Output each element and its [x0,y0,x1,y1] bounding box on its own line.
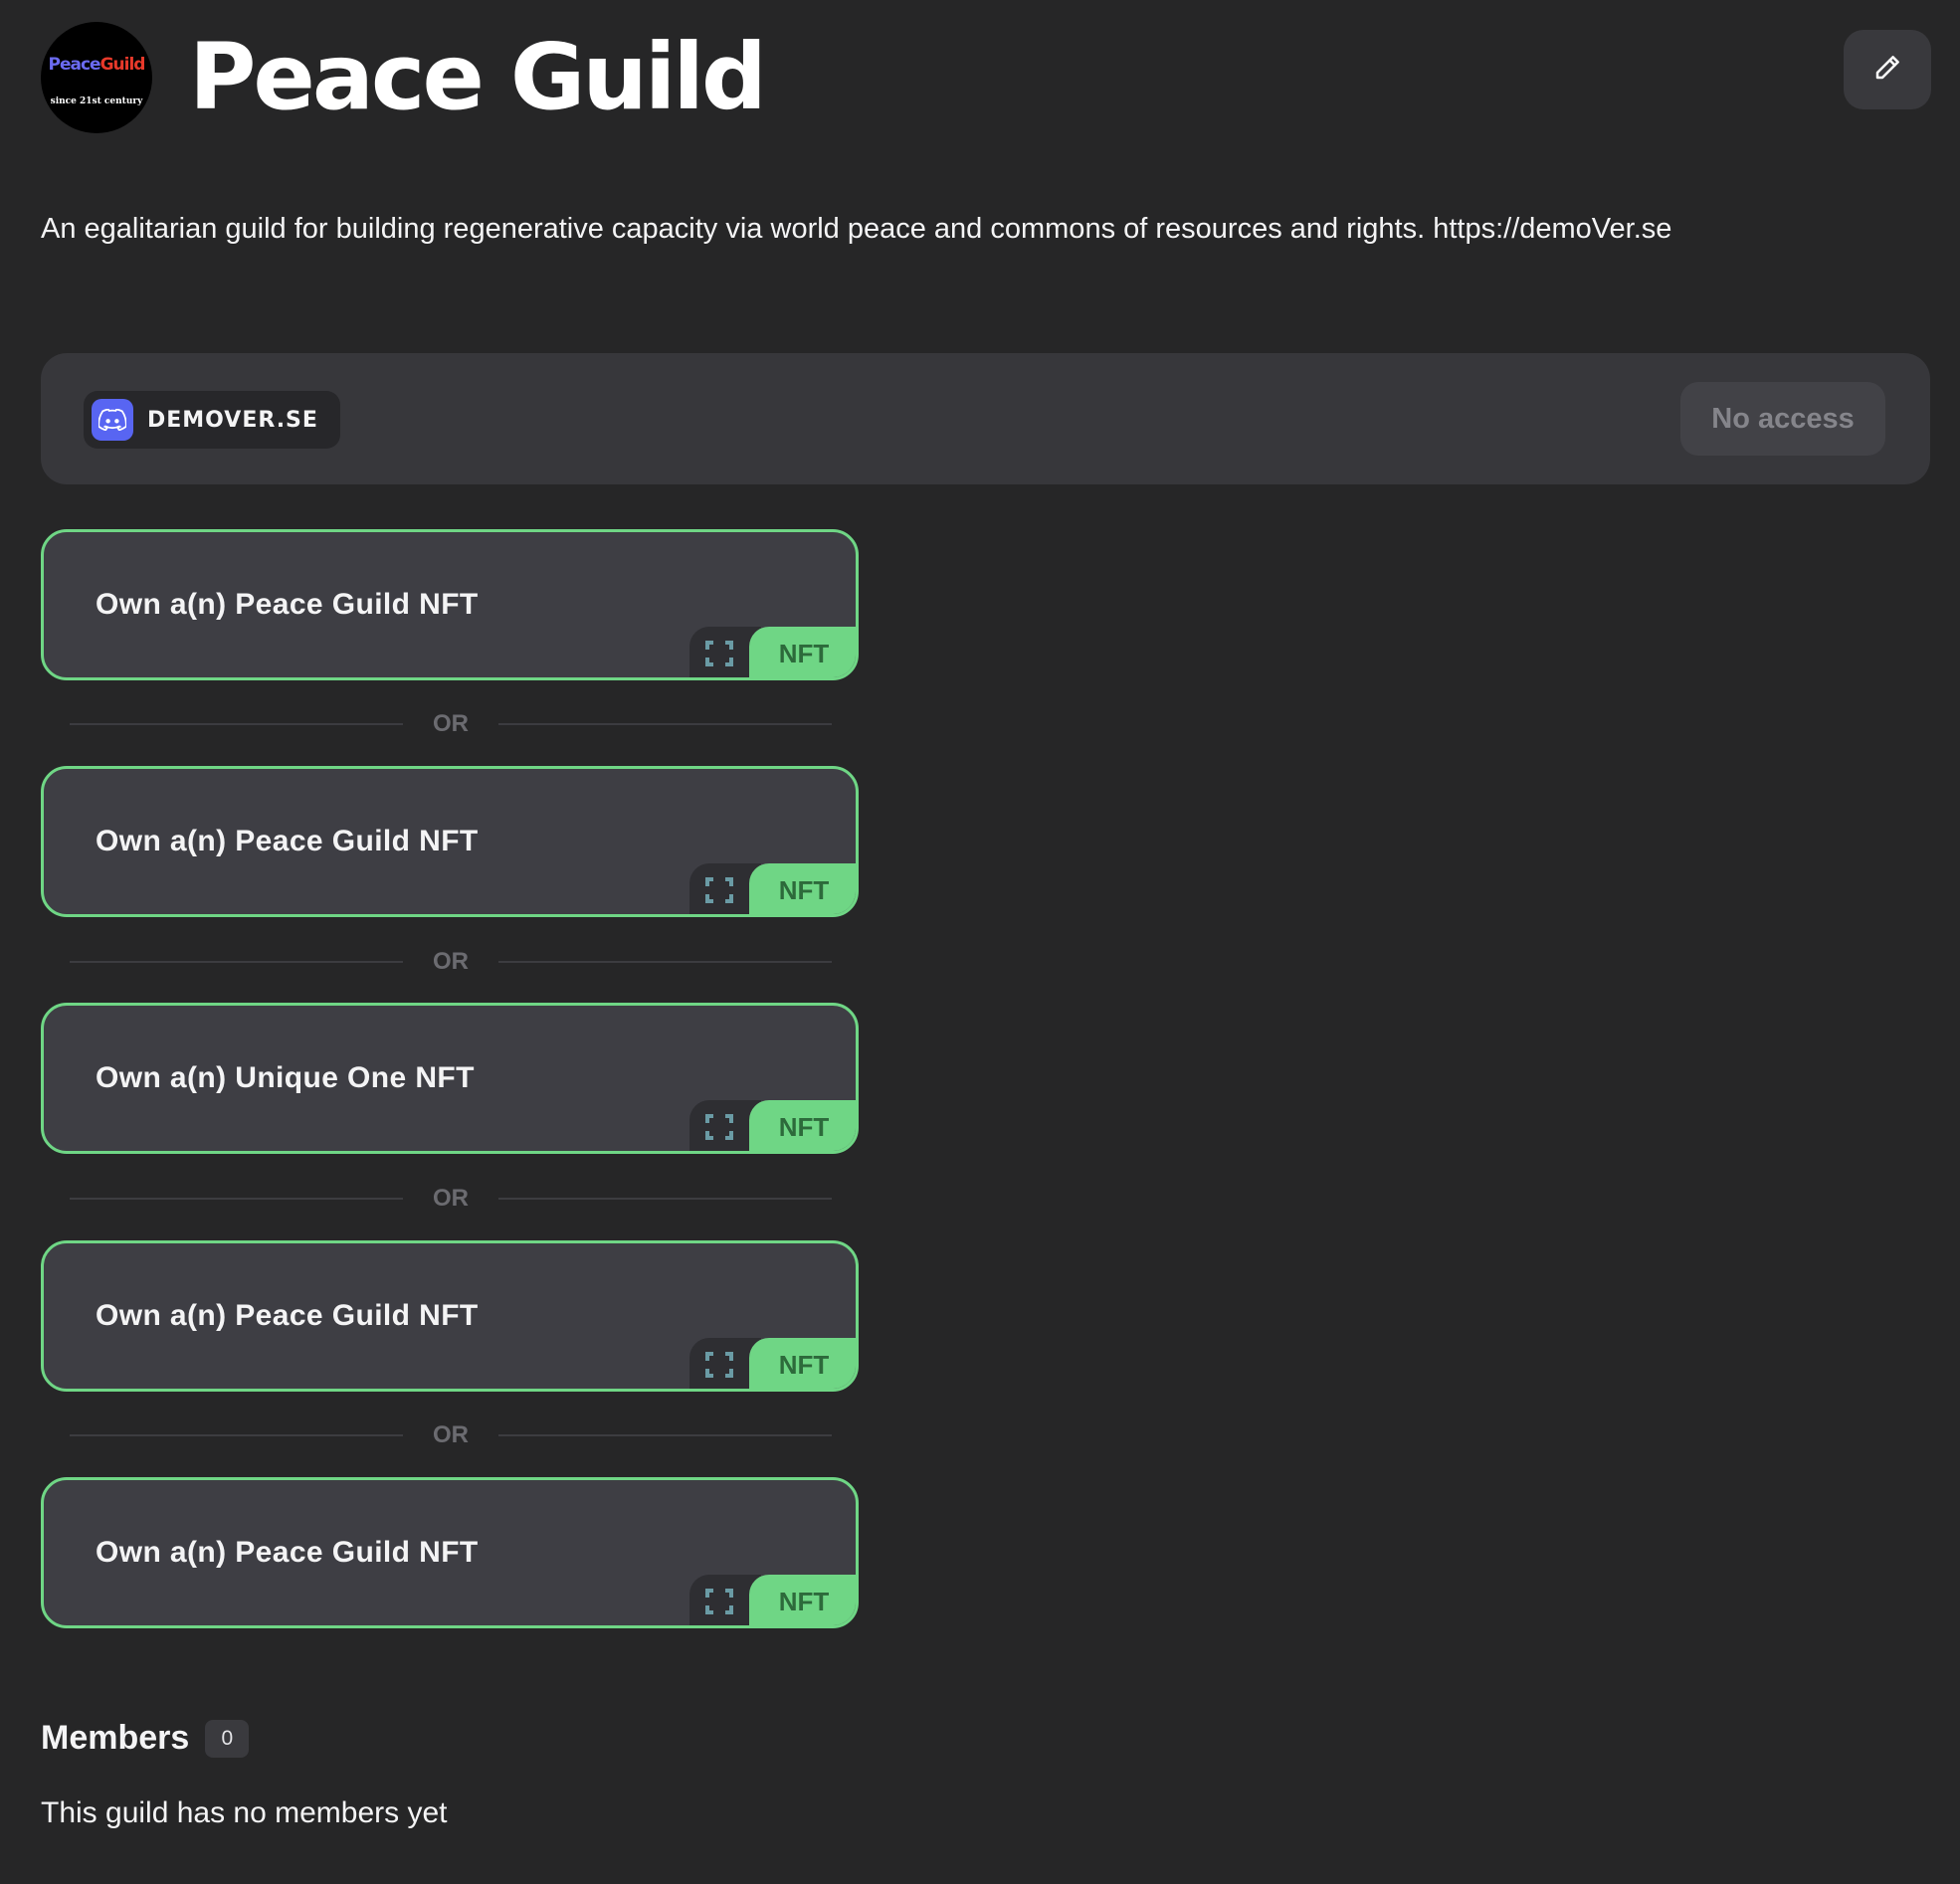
members-empty-text: This guild has no members yet [41,1796,448,1829]
no-access-button[interactable]: No access [1680,382,1885,456]
requirement-footer: NFT [689,863,856,914]
requirement-footer: NFT [689,1338,856,1389]
discord-platform-tag[interactable]: DEMOVER.SE [84,391,340,449]
requirement-footer: NFT [689,1575,856,1625]
guild-page: PeaceGuild since 21st century Peace Guil… [0,0,1960,1884]
logo-subtitle: since 21st century [50,96,143,106]
requirement-label: Own a(n) Peace Guild NFT [96,825,479,857]
logo-wordmark: PeaceGuild [48,55,146,75]
requirement-footer: NFT [689,1100,856,1151]
requirement-label: Own a(n) Peace Guild NFT [96,1299,479,1332]
edit-guild-button[interactable] [1844,30,1931,109]
or-divider: OR [70,1184,832,1214]
requirement-label: Own a(n) Peace Guild NFT [96,1536,479,1569]
members-count-badge: 0 [205,1719,250,1758]
nft-type-tag: NFT [749,1338,856,1389]
or-divider: OR [70,947,832,977]
members-title: Members [41,1719,190,1757]
requirement-card: Own a(n) Peace Guild NFT NFT [41,1477,859,1628]
requirement-footer: NFT [689,627,856,677]
requirement-card: Own a(n) Peace Guild NFT NFT [41,766,859,917]
nft-type-tag: NFT [749,627,856,677]
members-heading: Members 0 [41,1719,250,1758]
requirement-label: Own a(n) Unique One NFT [96,1061,475,1094]
platform-label: DEMOVER.SE [147,407,318,433]
or-label: OR [433,1185,469,1212]
or-divider: OR [70,1420,832,1450]
or-divider: OR [70,709,832,739]
discord-icon [92,399,133,441]
nft-type-tag: NFT [749,1575,856,1625]
requirement-card: Own a(n) Peace Guild NFT NFT [41,529,859,680]
or-label: OR [433,1421,469,1448]
nft-type-tag: NFT [749,863,856,914]
guild-logo: PeaceGuild since 21st century [41,22,152,133]
nft-type-tag: NFT [749,1100,856,1151]
guild-description: An egalitarian guild for building regene… [41,213,1672,245]
or-label: OR [433,710,469,737]
requirement-card: Own a(n) Peace Guild NFT NFT [41,1240,859,1392]
requirement-label: Own a(n) Peace Guild NFT [96,588,479,621]
or-label: OR [433,948,469,975]
role-card: DEMOVER.SE No access [41,353,1930,484]
pencil-icon [1872,53,1902,88]
page-title: Peace Guild [189,24,767,130]
requirement-card: Own a(n) Unique One NFT NFT [41,1003,859,1154]
